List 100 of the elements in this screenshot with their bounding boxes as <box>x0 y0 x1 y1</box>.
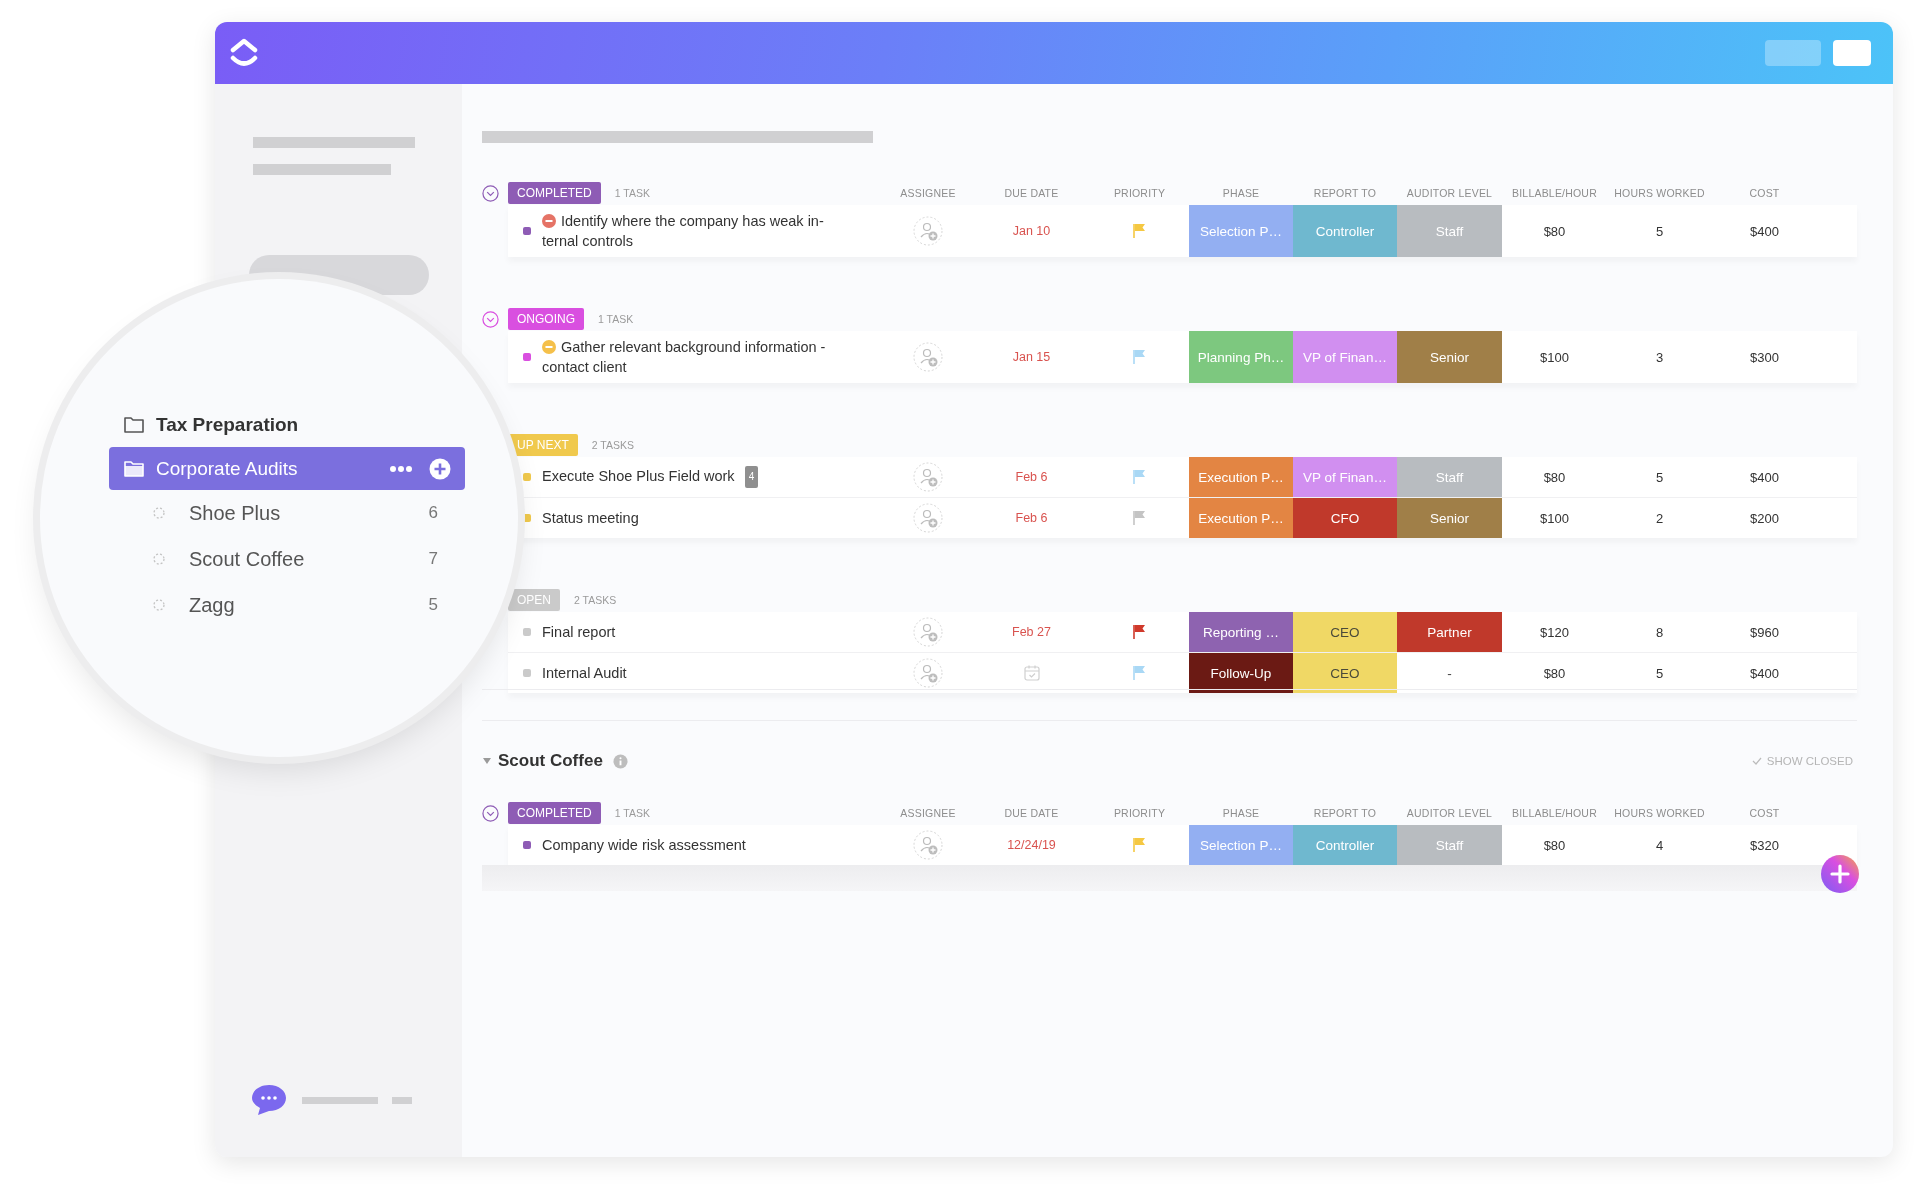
collapse-icon[interactable] <box>482 184 499 202</box>
hours-worked: 4 <box>1654 836 1665 855</box>
hours-worked: 5 <box>1654 664 1665 683</box>
calendar-icon[interactable] <box>1022 664 1041 682</box>
cost: $400 <box>1749 664 1780 683</box>
status-tag: UP NEXT <box>508 434 578 456</box>
check-icon <box>1751 757 1762 765</box>
column-header: REPORT TO <box>1312 807 1378 819</box>
column-header: REPORT TO <box>1312 187 1378 199</box>
report-to-cell[interactable]: Controller <box>1293 205 1397 257</box>
status-square-icon[interactable] <box>523 227 531 235</box>
due-date[interactable]: Jan 15 <box>1012 350 1051 364</box>
report-to-cell[interactable]: CEO <box>1293 612 1397 652</box>
column-header: BILLABLE/HOUR <box>1511 807 1598 819</box>
chat-icon[interactable] <box>250 1083 288 1117</box>
status-square-icon[interactable] <box>523 669 531 677</box>
report-to-cell[interactable]: CEO <box>1293 653 1397 693</box>
task-name[interactable]: Company wide risk assessment <box>542 835 746 855</box>
cost: $400 <box>1749 468 1780 487</box>
column-header: AUDITOR LEVEL <box>1405 187 1494 199</box>
add-assignee-icon[interactable] <box>913 658 943 688</box>
task-count: 2 TASKS <box>574 594 617 606</box>
hours-worked: 5 <box>1654 222 1665 241</box>
phase-cell[interactable]: Selection P… <box>1189 205 1293 257</box>
status-square-icon[interactable] <box>523 353 531 361</box>
column-header: PHASE <box>1221 187 1261 199</box>
task-name[interactable]: Final report <box>542 622 616 642</box>
due-date[interactable]: 12/24/19 <box>1007 838 1056 852</box>
cost: $320 <box>1749 836 1780 855</box>
column-header: PHASE <box>1221 807 1261 819</box>
list-item[interactable]: Scout Coffee 7 <box>109 536 465 582</box>
due-date[interactable]: Jan 10 <box>1012 224 1051 238</box>
section-title: Scout Coffee <box>498 751 603 771</box>
column-header: ASSIGNEE <box>899 807 957 819</box>
list-status-icon <box>153 507 165 519</box>
status-square-icon[interactable] <box>523 841 531 849</box>
report-to-cell[interactable]: VP of Finan… <box>1293 331 1397 383</box>
auditor-level-cell[interactable]: Senior <box>1397 498 1502 538</box>
phase-cell[interactable]: Reporting … <box>1189 612 1293 652</box>
list-status-icon <box>153 599 165 611</box>
add-assignee-icon[interactable] <box>913 503 943 533</box>
logo-icon <box>229 37 259 69</box>
auditor-level-cell[interactable]: Partner <box>1397 612 1502 652</box>
flag-icon[interactable] <box>1133 624 1146 640</box>
status-square-icon[interactable] <box>523 514 531 522</box>
hours-worked: 3 <box>1654 348 1665 367</box>
add-assignee-icon[interactable] <box>913 342 943 372</box>
folder-icon <box>124 460 144 477</box>
phase-cell[interactable]: Selection P… <box>1189 825 1293 865</box>
column-header: HOURS WORKED <box>1613 187 1706 199</box>
hours-worked: 8 <box>1654 623 1665 642</box>
column-header: COST <box>1748 187 1781 199</box>
cost: $960 <box>1749 623 1780 642</box>
task-name[interactable]: Status meeting <box>542 508 639 528</box>
billable-rate: $100 <box>1539 348 1570 367</box>
auditor-level-cell[interactable]: - <box>1397 653 1502 693</box>
add-assignee-icon[interactable] <box>913 216 943 246</box>
more-icon[interactable] <box>389 464 413 473</box>
phase-cell[interactable]: Follow-Up <box>1189 653 1293 693</box>
phase-cell[interactable]: Execution P… <box>1189 498 1293 538</box>
header-button[interactable] <box>1833 40 1871 66</box>
report-to-cell[interactable]: VP of Finan… <box>1293 457 1397 497</box>
list-status-icon <box>153 553 165 565</box>
folder-item[interactable]: Tax Preparation <box>109 406 465 443</box>
add-assignee-icon[interactable] <box>913 462 943 492</box>
cost: $400 <box>1749 222 1780 241</box>
task-name[interactable]: Execute Shoe Plus Field work <box>542 468 735 484</box>
due-date[interactable]: Feb 6 <box>1015 470 1048 484</box>
hours-worked: 5 <box>1654 468 1665 487</box>
collapse-icon[interactable] <box>482 310 499 328</box>
phase-cell[interactable]: Execution P… <box>1189 457 1293 497</box>
task-name[interactable]: Gather relevant background information - contact client <box>542 337 847 377</box>
folder-item[interactable]: Corporate Audits <box>109 447 465 490</box>
collapse-icon[interactable] <box>482 804 499 822</box>
auditor-level-cell[interactable]: Senior <box>1397 331 1502 383</box>
info-icon[interactable] <box>612 753 628 769</box>
add-assignee-icon[interactable] <box>913 617 943 647</box>
add-button[interactable] <box>1820 854 1860 894</box>
report-to-cell[interactable]: Controller <box>1293 825 1397 865</box>
billable-rate: $80 <box>1542 468 1567 487</box>
column-header: PRIORITY <box>1112 187 1167 199</box>
task-name[interactable]: Internal Audit <box>542 663 627 683</box>
column-header: COST <box>1748 807 1781 819</box>
task-count: 1 TASK <box>614 807 650 819</box>
column-header: PRIORITY <box>1112 807 1167 819</box>
header-button[interactable] <box>1765 40 1821 66</box>
add-icon[interactable] <box>429 457 451 480</box>
task-name[interactable]: Identify where the company has weak in-ternal controls <box>542 211 847 251</box>
add-assignee-icon[interactable] <box>913 830 943 860</box>
billable-rate: $120 <box>1539 623 1570 642</box>
due-date[interactable]: Feb 27 <box>1012 625 1051 639</box>
status-square-icon[interactable] <box>523 473 531 481</box>
status-square-icon[interactable] <box>523 628 531 636</box>
cost: $200 <box>1749 509 1780 528</box>
report-to-cell[interactable]: CFO <box>1293 498 1397 538</box>
hours-worked: 2 <box>1654 509 1665 528</box>
billable-rate: $100 <box>1539 509 1570 528</box>
list-item[interactable]: Zagg 5 <box>109 582 465 628</box>
due-date[interactable]: Feb 6 <box>1015 511 1048 525</box>
list-item[interactable]: Shoe Plus 6 <box>109 490 465 536</box>
